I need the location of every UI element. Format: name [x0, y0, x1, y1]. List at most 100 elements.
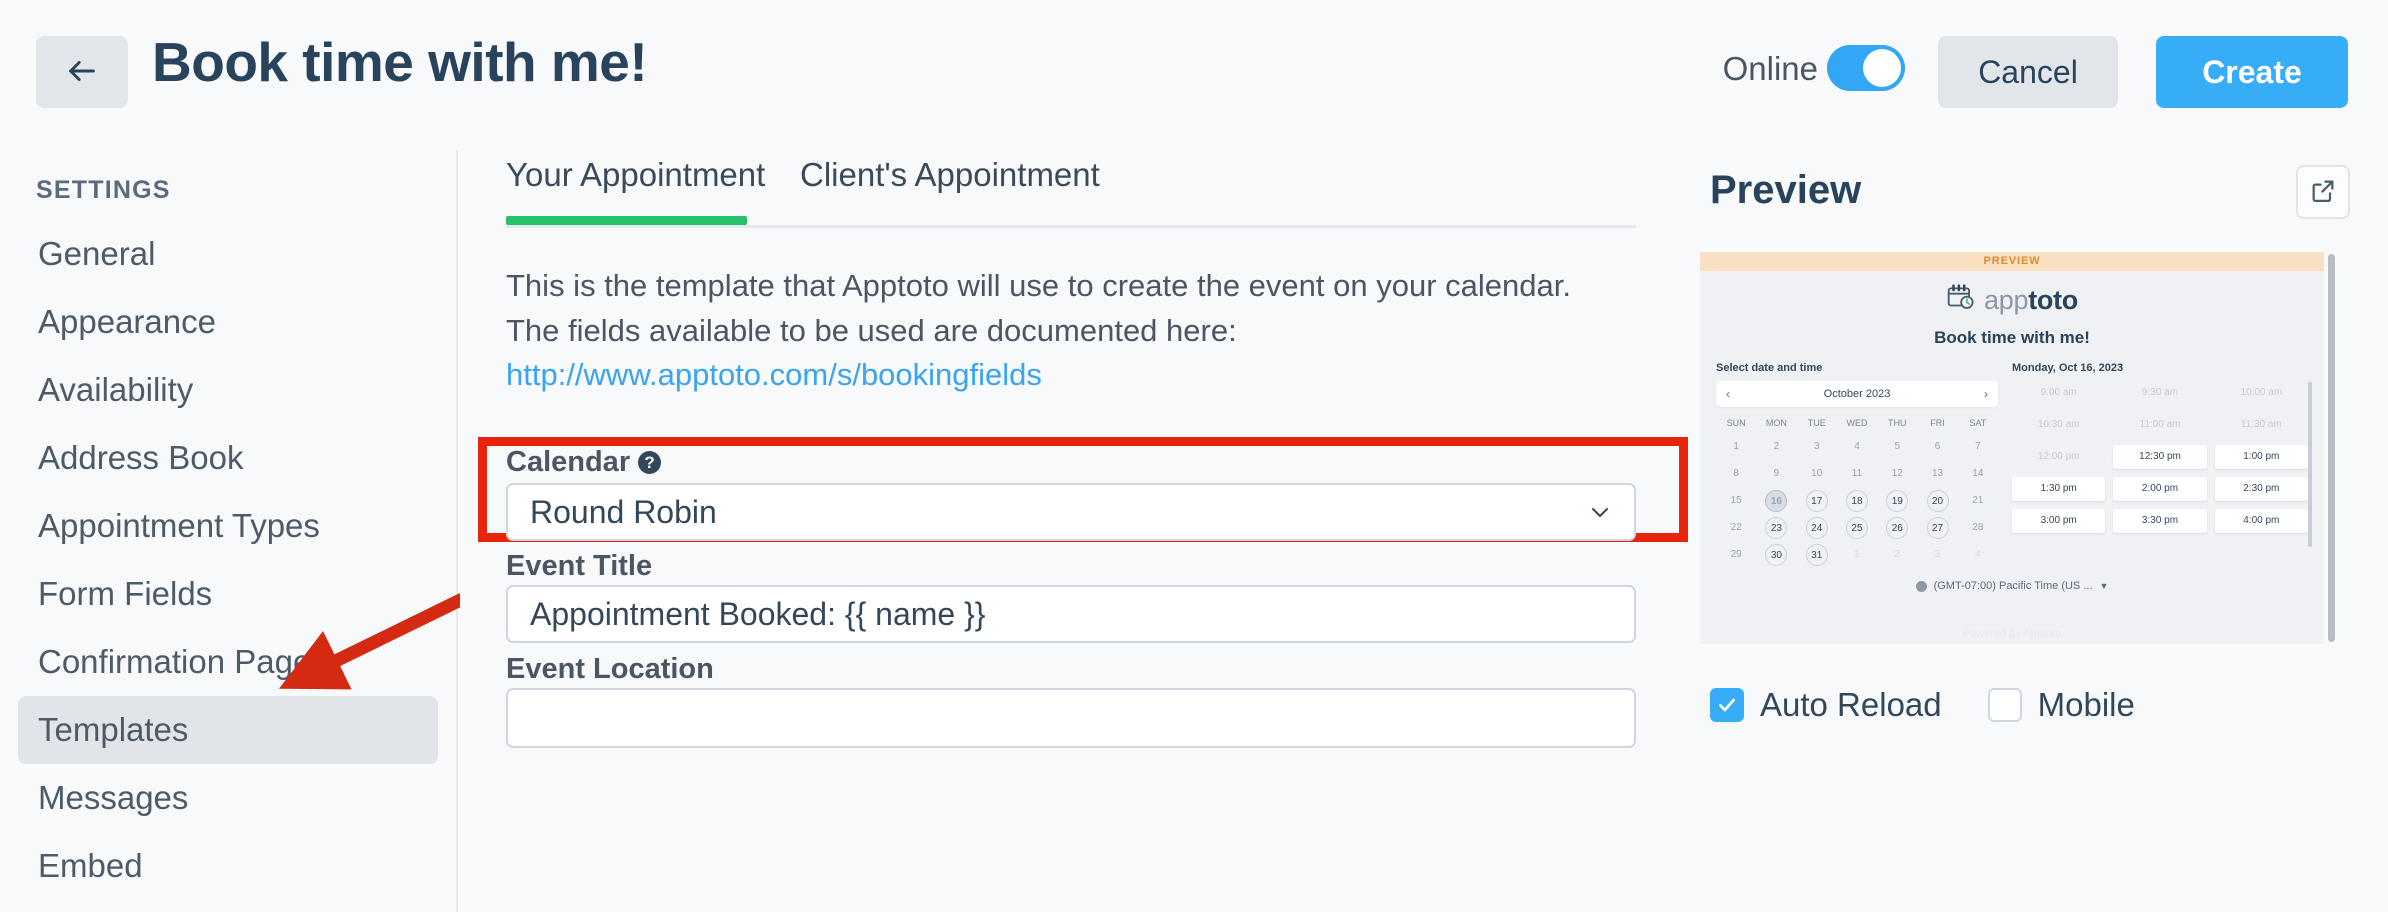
- select-date-label: Select date and time: [1716, 362, 1998, 374]
- time-slot[interactable]: 12:30 pm: [2113, 445, 2206, 469]
- toggle-knob: [1863, 49, 1901, 87]
- preview-footer: Powered by Apptoto: [1700, 628, 2324, 640]
- create-button[interactable]: Create: [2156, 36, 2348, 108]
- sidebar-item-label: Confirmation Page: [38, 643, 311, 681]
- calendar-day-header: FRI: [1917, 415, 1957, 431]
- sidebar-item-label: Form Fields: [38, 575, 212, 613]
- time-slot: 11:00 am: [2113, 413, 2206, 437]
- calendar-day-header: SUN: [1716, 415, 1756, 431]
- back-button[interactable]: [36, 36, 128, 108]
- brand-bold: toto: [2028, 285, 2078, 315]
- check-icon: [1717, 695, 1737, 715]
- sidebar-item-messages[interactable]: Messages: [18, 764, 438, 832]
- calendar-day: 4: [1958, 544, 1998, 566]
- calendar-day[interactable]: 20: [1917, 490, 1957, 512]
- tab-clients-appointment[interactable]: Client's Appointment: [800, 156, 1100, 194]
- calendar-day: 22: [1716, 517, 1756, 539]
- mobile-option[interactable]: Mobile: [1988, 686, 2135, 724]
- calendar-day-number: 23: [1765, 517, 1787, 539]
- mobile-checkbox[interactable]: [1988, 688, 2022, 722]
- time-slot[interactable]: 2:00 pm: [2113, 477, 2206, 501]
- sidebar-item-confirmation-page[interactable]: Confirmation Page: [18, 628, 438, 696]
- sidebar-item-general[interactable]: General: [18, 220, 438, 288]
- event-title-label: Event Title: [506, 550, 652, 583]
- chevron-right-icon[interactable]: ›: [1984, 387, 1988, 401]
- time-slot[interactable]: 3:00 pm: [2012, 509, 2105, 533]
- calendar-day[interactable]: 17: [1797, 490, 1837, 512]
- calendar-day: 4: [1837, 436, 1877, 458]
- calendar-day: 1: [1716, 436, 1756, 458]
- sidebar-nav-list: General Appearance Availability Address Boo…: [18, 220, 438, 900]
- preview-scrollbar[interactable]: [2328, 254, 2335, 642]
- time-slot: 10:30 am: [2012, 413, 2105, 437]
- settings-sidebar: SETTINGS General Appearance Availability Ad…: [0, 150, 458, 912]
- calendar-day: 11: [1837, 463, 1877, 485]
- sidebar-item-label: Address Book: [38, 439, 243, 477]
- event-title-input[interactable]: Appointment Booked: {{ name }}: [506, 585, 1636, 643]
- top-bar: Book time with me! Online Cancel Create: [0, 0, 2388, 150]
- calendar-day-number: 25: [1846, 517, 1868, 539]
- event-location-label: Event Location: [506, 653, 714, 686]
- online-toggle[interactable]: [1827, 45, 1905, 91]
- timezone-selector[interactable]: (GMT-07:00) Pacific Time (US ... ▼: [1700, 580, 2324, 592]
- brand-light: app: [1984, 285, 2028, 315]
- calendar-day[interactable]: 16: [1756, 490, 1796, 512]
- calendar-day[interactable]: 31: [1797, 544, 1837, 566]
- calendar-day[interactable]: 19: [1877, 490, 1917, 512]
- time-slot[interactable]: 1:30 pm: [2012, 477, 2105, 501]
- auto-reload-option[interactable]: Auto Reload: [1710, 686, 1942, 724]
- calendar-day: 29: [1716, 544, 1756, 566]
- chevron-down-icon: [1588, 500, 1612, 524]
- sidebar-item-address-book[interactable]: Address Book: [18, 424, 438, 492]
- time-slot[interactable]: 4:00 pm: [2215, 509, 2308, 533]
- cancel-button[interactable]: Cancel: [1938, 36, 2118, 108]
- mobile-label: Mobile: [2038, 686, 2135, 724]
- question-mark-icon[interactable]: ?: [638, 451, 661, 474]
- chevron-left-icon[interactable]: ‹: [1726, 387, 1730, 401]
- calendar-day: 21: [1958, 490, 1998, 512]
- calendar-day[interactable]: 30: [1756, 544, 1796, 566]
- sidebar-item-label: Appearance: [38, 303, 216, 341]
- external-link-icon: [2309, 177, 2337, 208]
- event-location-input[interactable]: [506, 688, 1636, 748]
- sidebar-item-appearance[interactable]: Appearance: [18, 288, 438, 356]
- sidebar-heading: SETTINGS: [36, 176, 171, 205]
- sidebar-item-availability[interactable]: Availability: [18, 356, 438, 424]
- timezone-label: (GMT-07:00) Pacific Time (US ...: [1934, 580, 2093, 592]
- description-paragraph-1: This is the template that Apptoto will u…: [506, 268, 1571, 304]
- sidebar-item-label: Embed: [38, 847, 143, 885]
- sidebar-item-appointment-types[interactable]: Appointment Types: [18, 492, 438, 560]
- calendar-day[interactable]: 27: [1917, 517, 1957, 539]
- globe-icon: [1916, 581, 1927, 592]
- brand-wordmark: apptoto: [1984, 285, 2078, 316]
- calendar-select[interactable]: Round Robin: [506, 483, 1636, 541]
- calendar-day[interactable]: 18: [1837, 490, 1877, 512]
- calendar-day-number: 16: [1765, 490, 1787, 512]
- calendar-day: 8: [1716, 463, 1756, 485]
- calendar-day[interactable]: 24: [1797, 517, 1837, 539]
- calendar-day[interactable]: 26: [1877, 517, 1917, 539]
- template-tabs: Your Appointment Client's Appointment: [506, 150, 1636, 228]
- tab-your-appointment[interactable]: Your Appointment: [506, 156, 765, 194]
- time-slot: 10:00 am: [2215, 381, 2308, 405]
- time-slot-scrollbar[interactable]: [2308, 382, 2312, 547]
- arrow-left-icon: [65, 54, 99, 91]
- main-content: Your Appointment Client's Appointment Th…: [460, 150, 1700, 912]
- calendar-day: 5: [1877, 436, 1917, 458]
- page-title: Book time with me!: [152, 30, 647, 94]
- calendar-day[interactable]: 25: [1837, 517, 1877, 539]
- calendar-day[interactable]: 23: [1756, 517, 1796, 539]
- time-slot[interactable]: 1:00 pm: [2215, 445, 2308, 469]
- auto-reload-checkbox[interactable]: [1710, 688, 1744, 722]
- online-label: Online: [1723, 50, 1818, 88]
- chevron-down-icon: ▼: [2100, 581, 2109, 591]
- calendar-day-number: 18: [1846, 490, 1868, 512]
- calendar-day: 2: [1756, 436, 1796, 458]
- open-preview-button[interactable]: [2296, 165, 2350, 219]
- booking-fields-doc-link[interactable]: http://www.apptoto.com/s/bookingfields: [506, 357, 1042, 393]
- sidebar-item-templates[interactable]: Templates: [18, 696, 438, 764]
- time-slot[interactable]: 3:30 pm: [2113, 509, 2206, 533]
- time-slot[interactable]: 2:30 pm: [2215, 477, 2308, 501]
- sidebar-item-embed[interactable]: Embed: [18, 832, 438, 900]
- sidebar-item-form-fields[interactable]: Form Fields: [18, 560, 438, 628]
